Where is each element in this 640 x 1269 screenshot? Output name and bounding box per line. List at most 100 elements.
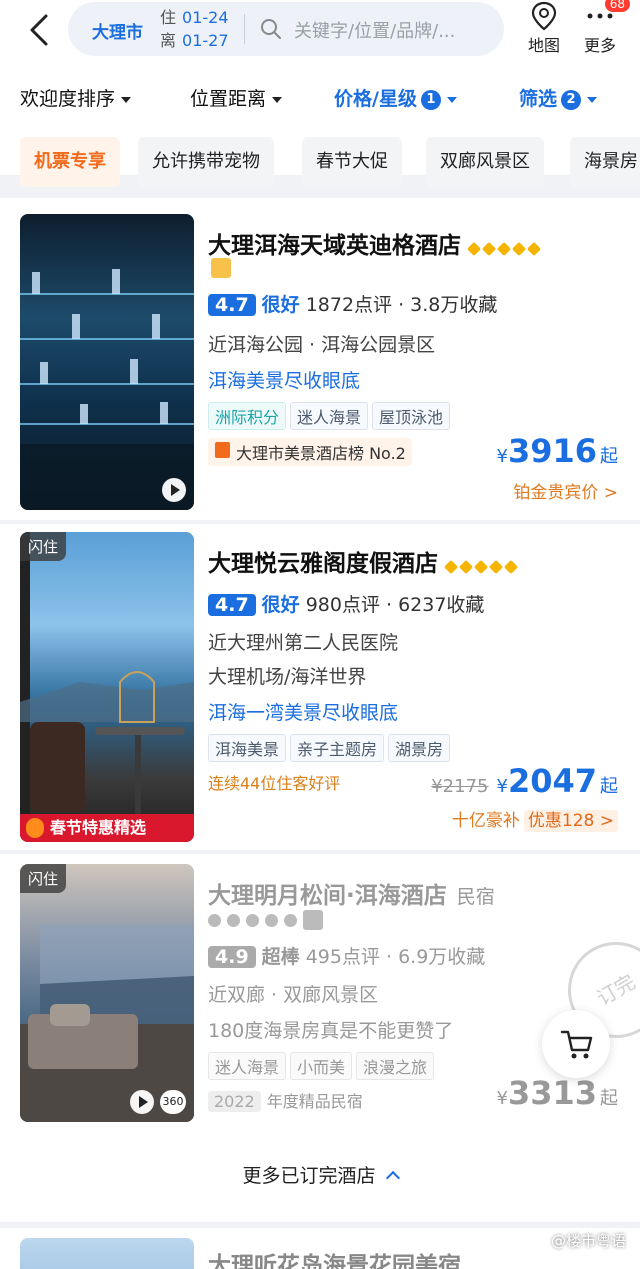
chip: 浪漫之旅 (356, 1052, 435, 1080)
tag-spring-sale[interactable]: 春节大促 (302, 137, 402, 187)
chevron-up-icon (385, 1170, 400, 1186)
panorama-360-icon[interactable]: 360 (160, 1090, 186, 1114)
play-video-icon[interactable] (162, 478, 186, 502)
hotel-name: 大理悦云雅阁度假酒店 (208, 551, 438, 577)
price-note[interactable]: 十亿豪补 优惠128 > (451, 806, 618, 832)
currency-symbol: ¥ (496, 1088, 508, 1109)
hotel-card[interactable]: 大理听花岛海景花园美宿 (0, 1228, 640, 1269)
ranking-badge[interactable]: 大理市美景酒店榜 No.2 (208, 438, 412, 466)
gray-dot-rating-icon (208, 910, 323, 931)
tag-pets-allowed[interactable]: 允许携带宠物 (138, 137, 274, 187)
score-word: 很好 (261, 294, 300, 316)
discount-badge: 优惠128 > (523, 810, 618, 832)
checkout-label: 离 (160, 31, 177, 50)
more-booked-hotels-button[interactable]: 更多已订完酒店 (0, 1130, 640, 1222)
watermark: @楼市粤语 (550, 1232, 626, 1250)
cart-button[interactable] (542, 1010, 610, 1078)
map-pin-icon (531, 1, 557, 31)
filter-count-badge: 2 (561, 90, 582, 110)
chip: 迷人海景 (290, 402, 369, 430)
map-button[interactable]: 地图 (520, 0, 568, 60)
flash-stay-badge: 闪住 (20, 864, 67, 893)
sort-distance[interactable]: 位置距离 (190, 84, 283, 111)
sort-filter-label: 筛选 (519, 88, 558, 110)
hotel-location: 近大理州第二人民医院 (208, 632, 399, 654)
hotel-card[interactable]: 闪住 春节特惠精选 大理悦云雅阁度假酒店 4.7 很好 980点评 · 6237收藏… (0, 524, 640, 850)
divider (244, 14, 245, 44)
hotel-name: 大理听花岛海景花园美宿 (208, 1253, 461, 1269)
subsidy-label: 十亿豪补 (451, 811, 520, 831)
award-text: 年度精品民宿 (266, 1092, 363, 1111)
sort-price-label: 价格/星级 (334, 88, 417, 110)
rating-row[interactable]: 4.9 超棒 495点评 · 6.9万收藏 (208, 942, 485, 969)
rating-row[interactable]: 4.7 很好 1872点评 · 3.8万收藏 (208, 290, 497, 317)
tag-sea-view[interactable]: 海景房 (570, 137, 640, 187)
hotel-bar-image (20, 269, 194, 510)
top-header: 大理市 住 01-24 离 01-27 关键字/位置/品牌/... 地图 更多 68… (0, 0, 640, 187)
search-icon (261, 19, 281, 39)
chip-ihg-points: 洲际积分 (208, 402, 287, 430)
hotel-slogan: 洱海一湾美景尽收眼底 (208, 702, 399, 724)
tag-flight-deal[interactable]: 机票专享 (20, 137, 120, 187)
lodging-type: 民宿 (456, 886, 495, 908)
search-input[interactable]: 关键字/位置/品牌/... (294, 17, 484, 43)
currency-symbol: ¥ (496, 446, 508, 467)
rating-row[interactable]: 4.7 很好 980点评 · 6237收藏 (208, 590, 484, 617)
award-badge: 2022 年度精品民宿 (208, 1088, 363, 1112)
hotel-name-row[interactable]: 大理明月松间·洱海酒店 民宿 (208, 876, 495, 910)
more-button[interactable]: 更多 68 (576, 0, 630, 60)
filter-count-badge: 1 (420, 90, 441, 110)
search-bar[interactable]: 大理市 住 01-24 离 01-27 关键字/位置/品牌/... (68, 2, 504, 56)
hotel-room-image (20, 924, 194, 1122)
hotel-name: 大理明月松间·洱海酒店 (208, 883, 447, 909)
price-value: 2047 (507, 762, 597, 800)
promo-text: 春节特惠精选 (50, 818, 147, 837)
review-count: 1872点评 · 3.8万收藏 (305, 294, 498, 316)
sort-bar: 欢迎度排序 位置距离 价格/星级 1 筛选 2 (0, 84, 640, 114)
chip: 屋顶泳池 (372, 402, 451, 430)
sort-filter[interactable]: 筛选 2 (519, 84, 598, 111)
score-badge: 4.7 (208, 594, 256, 616)
quick-tags: 机票专享 允许携带宠物 春节大促 双廊风景区 海景房 (0, 137, 640, 189)
tag-shuanglang[interactable]: 双廊风景区 (426, 137, 544, 187)
hotel-card[interactable]: 大理洱海天域英迪格酒店 4.7 很好 1872点评 · 3.8万收藏 近洱海公园 ·… (0, 198, 640, 520)
hotel-location-2: 大理机场/海洋世界 (208, 666, 367, 688)
sort-price-star[interactable]: 价格/星级 1 (334, 84, 457, 111)
hotel-card[interactable]: 闪住 360 大理明月松间·洱海酒店 民宿 4.9 超棒 495点评 · 6.9万收藏… (0, 854, 640, 1130)
score-badge: 4.7 (208, 294, 256, 316)
hotel-name-row[interactable]: 大理悦云雅阁度假酒店 (208, 544, 521, 578)
hotel-photo[interactable]: 闪住 春节特惠精选 (20, 532, 194, 842)
chip: 迷人海景 (208, 1052, 287, 1080)
award-year: 2022 (208, 1091, 261, 1112)
thumbs-up-icon (211, 258, 231, 278)
city-selector[interactable]: 大理市 (92, 18, 143, 43)
chip: 湖景房 (388, 734, 451, 762)
currency-symbol: ¥ (496, 776, 508, 797)
sort-distance-label: 位置距离 (190, 88, 267, 110)
score-badge: 4.9 (208, 946, 256, 968)
price-suffix: 起 (600, 776, 618, 797)
guest-praise-streak: 连续44位住客好评 (208, 774, 341, 793)
caret-down-icon (587, 96, 598, 103)
diamond-rating-icon (443, 552, 521, 578)
date-selector[interactable]: 住 01-24 离 01-27 (160, 6, 229, 52)
diamond-rating-icon (466, 234, 544, 260)
caret-down-icon (446, 96, 457, 103)
price-value: 3916 (507, 432, 597, 470)
back-button[interactable] (22, 10, 58, 50)
feature-chips: 洱海美景 亲子主题房 湖景房 (208, 734, 454, 762)
play-video-icon[interactable] (130, 1090, 154, 1114)
hotel-photo[interactable] (20, 214, 194, 510)
hotel-slogan: 180度海景房真是不能更赞了 (208, 1020, 454, 1042)
thumbs-up-icon (303, 910, 323, 930)
cart-icon (560, 1030, 593, 1059)
hotel-photo[interactable]: 闪住 360 (20, 864, 194, 1122)
flash-stay-badge: 闪住 (20, 532, 67, 561)
price-note[interactable]: 铂金贵宾价 > (513, 478, 618, 503)
score-word: 很好 (261, 594, 300, 616)
original-price: ¥2175 (431, 776, 489, 797)
sort-popularity[interactable]: 欢迎度排序 (20, 84, 132, 111)
hotel-name-row[interactable]: 大理洱海天域英迪格酒店 (208, 226, 544, 260)
hotel-photo[interactable] (20, 1238, 194, 1269)
hotel-name: 大理洱海天域英迪格酒店 (208, 233, 461, 259)
